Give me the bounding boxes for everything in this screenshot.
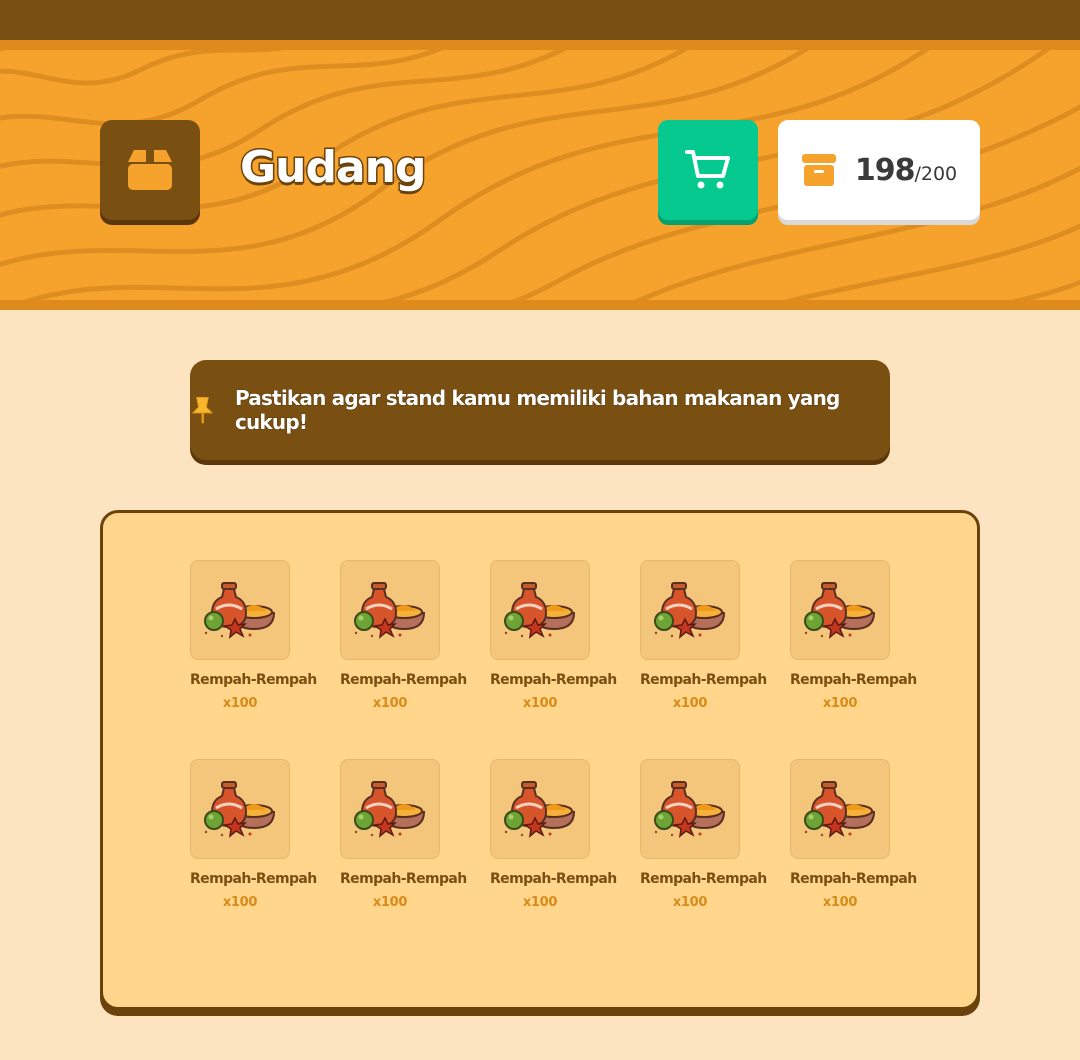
capacity-max: /200: [914, 162, 958, 185]
spices-icon: [204, 582, 276, 639]
inventory-grid: Rempah-Rempah x100 Rempah-Rempah x100 Re…: [190, 560, 917, 910]
item-image-frame: [640, 759, 740, 859]
item-image-frame: [790, 560, 890, 660]
spices-icon: [804, 582, 876, 639]
item-image-frame: [790, 759, 890, 859]
spices-icon: [504, 781, 576, 838]
item-name: Rempah-Rempah: [490, 672, 617, 688]
storage-capacity: 198 /200: [778, 120, 980, 220]
item-image-frame: [340, 560, 440, 660]
item-image-frame: [190, 560, 290, 660]
item-name: Rempah-Rempah: [340, 672, 467, 688]
item-name: Rempah-Rempah: [190, 672, 317, 688]
inventory-slot[interactable]: Rempah-Rempah x100: [190, 560, 317, 711]
item-quantity: x100: [822, 895, 858, 910]
inventory-slot[interactable]: Rempah-Rempah x100: [640, 560, 767, 711]
item-name: Rempah-Rempah: [190, 871, 317, 887]
item-image-frame: [490, 560, 590, 660]
cart-icon: [685, 150, 730, 189]
shop-cart-button[interactable]: [658, 120, 758, 220]
capacity-used: 198: [854, 152, 916, 188]
item-quantity: x100: [372, 895, 408, 910]
notice-banner: Pastikan agar stand kamu memiliki bahan …: [190, 360, 890, 460]
inventory-slot[interactable]: Rempah-Rempah x100: [490, 759, 617, 910]
top-bar: [0, 0, 1080, 40]
spices-icon: [354, 781, 426, 838]
inventory-slot[interactable]: Rempah-Rempah x100: [490, 560, 617, 711]
item-name: Rempah-Rempah: [490, 871, 617, 887]
inventory-slot[interactable]: Rempah-Rempah x100: [640, 759, 767, 910]
spices-icon: [654, 781, 726, 838]
storage-menu-button[interactable]: [100, 120, 200, 220]
inventory-slot[interactable]: Rempah-Rempah x100: [790, 759, 917, 910]
item-image-frame: [490, 759, 590, 859]
item-name: Rempah-Rempah: [640, 672, 767, 688]
item-quantity: x100: [822, 696, 858, 711]
item-image-frame: [640, 560, 740, 660]
package-icon: [128, 150, 172, 190]
item-name: Rempah-Rempah: [340, 871, 467, 887]
item-quantity: x100: [672, 895, 708, 910]
inventory-panel: Rempah-Rempah x100 Rempah-Rempah x100 Re…: [100, 510, 980, 1010]
inventory-slot[interactable]: Rempah-Rempah x100: [190, 759, 317, 910]
item-quantity: x100: [522, 895, 558, 910]
item-image-frame: [340, 759, 440, 859]
inventory-slot[interactable]: Rempah-Rempah x100: [340, 759, 467, 910]
spices-icon: [204, 781, 276, 838]
spices-icon: [804, 781, 876, 838]
inventory-slot[interactable]: Rempah-Rempah x100: [340, 560, 467, 711]
notice-text: Pastikan agar stand kamu memiliki bahan …: [234, 386, 840, 435]
item-quantity: x100: [372, 696, 408, 711]
header-banner: Gudang 198 /200: [0, 40, 1080, 310]
archive-icon: [801, 154, 836, 186]
item-name: Rempah-Rempah: [790, 871, 917, 887]
item-image-frame: [190, 759, 290, 859]
spices-icon: [354, 582, 426, 639]
item-name: Rempah-Rempah: [640, 871, 767, 887]
spices-icon: [654, 582, 726, 639]
inventory-slot[interactable]: Rempah-Rempah x100: [790, 560, 917, 711]
item-quantity: x100: [522, 696, 558, 711]
page-title: Gudang: [238, 141, 427, 195]
spices-icon: [504, 582, 576, 639]
pin-icon: [191, 397, 214, 424]
item-name: Rempah-Rempah: [790, 672, 917, 688]
item-quantity: x100: [222, 696, 258, 711]
item-quantity: x100: [222, 895, 258, 910]
item-quantity: x100: [672, 696, 708, 711]
